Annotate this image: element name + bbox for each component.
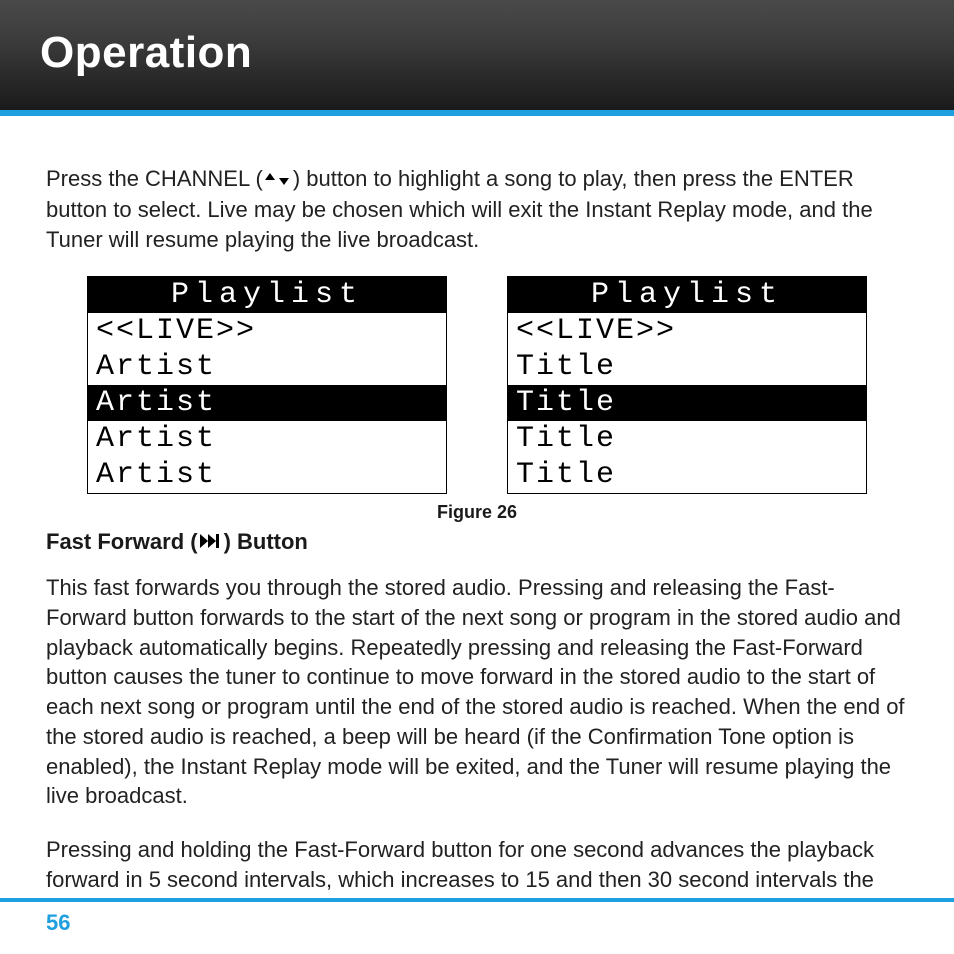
up-down-icon [263,165,293,195]
lcd-row: <<LIVE>> [508,313,866,349]
lcd-screen-left: Playlist <<LIVE>> Artist Artist Artist A… [87,276,447,494]
lcd-screen-right: Playlist <<LIVE>> Title Title Title Titl… [507,276,867,494]
lcd-row-selected: Title [508,385,866,421]
lcd-row: Artist [88,457,446,493]
figure-26: Playlist <<LIVE>> Artist Artist Artist A… [46,276,908,494]
page-number: 56 [46,910,70,935]
lcd-row: Artist [88,421,446,457]
lcd-row: Title [508,457,866,493]
heading-pre: Fast Forward ( [46,529,198,555]
page-header: Operation [0,0,954,110]
lcd-header-left: Playlist [88,277,446,313]
section-heading-fast-forward: Fast Forward ( ) Button [46,529,908,555]
lcd-row: Title [508,421,866,457]
page-content: Press the CHANNEL () button to highlight… [0,116,954,924]
lcd-header-right: Playlist [508,277,866,313]
ff-paragraph-1: This fast forwards you through the store… [46,573,908,811]
lcd-row: <<LIVE>> [88,313,446,349]
lcd-row: Title [508,349,866,385]
page-footer: 56 [0,898,954,954]
intro-text-pre: Press the CHANNEL ( [46,166,263,191]
fast-forward-icon [200,529,222,555]
figure-caption: Figure 26 [46,502,908,523]
page-title: Operation [40,28,914,78]
lcd-row: Artist [88,349,446,385]
lcd-row-selected: Artist [88,385,446,421]
heading-post: ) Button [224,529,308,555]
intro-paragraph: Press the CHANNEL () button to highlight… [46,164,908,254]
